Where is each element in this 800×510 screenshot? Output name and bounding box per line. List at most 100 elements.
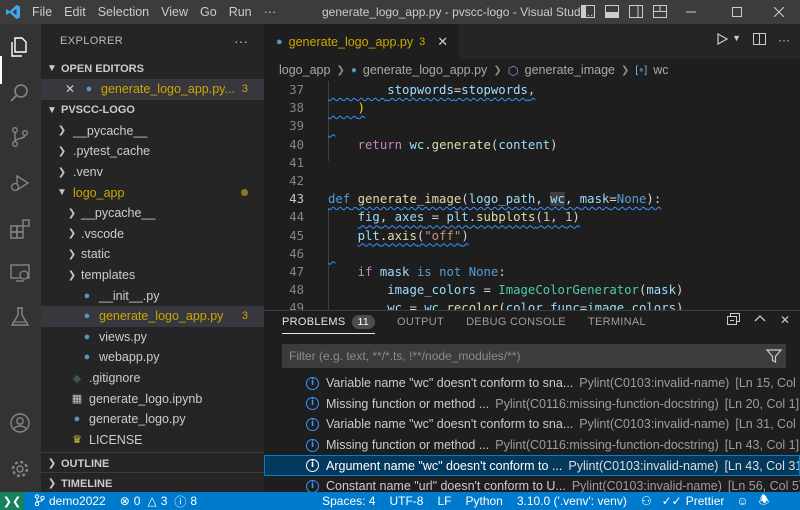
toggle-sidebar-icon[interactable] <box>580 3 596 19</box>
tree-item-notebook[interactable]: ▦ generate_logo.ipynb <box>41 388 264 409</box>
tree-item-pycache[interactable]: ❯ __pycache__ <box>41 121 264 142</box>
problem-message: Variable name "wc" doesn't conform to sn… <box>326 376 574 391</box>
line-number: 38 <box>289 101 304 116</box>
editor-tab[interactable]: ● generate_logo_app.py 3 ✕ <box>264 24 459 59</box>
tree-item-generate-logo-app[interactable]: ● generate_logo_app.py 3 <box>41 305 264 327</box>
filter-icon[interactable] <box>765 348 783 367</box>
accounts-icon[interactable] <box>7 410 33 436</box>
problem-row[interactable]: i Constant name "url" doesn't conform to… <box>264 476 800 493</box>
breadcrumb-file[interactable]: generate_logo_app.py <box>363 63 487 77</box>
feedback-icon[interactable]: ☺ <box>736 494 748 508</box>
more-actions-icon[interactable]: ··· <box>778 33 790 48</box>
testing-icon[interactable] <box>7 304 33 330</box>
customize-layout-icon[interactable] <box>652 3 668 19</box>
live-share-icon[interactable]: ⚇ <box>641 494 652 508</box>
status-bar: ❯❮ demo2022 ⊗ 0 △ 3 ⓘ 8 Spaces: 4 UTF-8 … <box>0 492 800 510</box>
tree-item-vscode[interactable]: ❯ .vscode <box>41 224 264 245</box>
tree-item-webapp-py[interactable]: ● webapp.py <box>41 347 264 368</box>
tree-item-logo-app[interactable]: ▼ logo_app <box>41 182 264 203</box>
settings-gear-icon[interactable] <box>7 456 33 482</box>
tree-item-pytest-cache[interactable]: ❯ .pytest_cache <box>41 141 264 162</box>
menu-bar: File Edit Selection View Go Run ··· <box>26 0 282 24</box>
menu-selection[interactable]: Selection <box>92 0 155 24</box>
encoding-status[interactable]: UTF-8 <box>389 494 423 508</box>
tree-item-init-py[interactable]: ● __init__.py <box>41 285 264 306</box>
branch-status[interactable]: demo2022 <box>34 493 106 509</box>
tree-item-generate-logo-py[interactable]: ● generate_logo.py <box>41 409 264 430</box>
open-editors-section[interactable]: ▼ OPEN EDITORS <box>41 58 264 79</box>
info-count: 8 <box>190 494 198 508</box>
menu-go[interactable]: Go <box>194 0 223 24</box>
language-status[interactable]: Python <box>465 494 502 508</box>
tree-item-license[interactable]: ♛ LICENSE <box>41 430 264 451</box>
split-editor-icon[interactable] <box>753 33 766 48</box>
toggle-secondary-sidebar-icon[interactable] <box>628 3 644 19</box>
menu-file[interactable]: File <box>26 0 58 24</box>
close-icon[interactable]: ✕ <box>437 34 448 50</box>
search-icon[interactable] <box>7 80 33 106</box>
menu-run[interactable]: Run <box>223 0 258 24</box>
code-text: wc = wc.recolor(color_func=image_colors) <box>387 301 684 310</box>
explorer-more-button[interactable]: ··· <box>234 33 248 49</box>
branch-name: demo2022 <box>49 494 106 508</box>
notifications-bell-icon[interactable]: 🕭 <box>759 491 770 510</box>
breadcrumb-function[interactable]: generate_image <box>525 63 615 77</box>
problem-row[interactable]: i Missing function or method ... Pylint(… <box>264 394 800 415</box>
interpreter-status[interactable]: 3.10.0 ('.venv': venv) <box>517 494 627 508</box>
prettier-status[interactable]: ✓✓ Prettier <box>662 494 725 508</box>
tab-terminal[interactable]: TERMINAL <box>588 311 646 333</box>
run-python-file-icon[interactable] <box>716 32 729 48</box>
tree-item-static[interactable]: ❯ static <box>41 244 264 265</box>
close-panel-icon[interactable]: ✕ <box>780 313 790 328</box>
tab-label: generate_logo_app.py <box>288 34 414 49</box>
menu-more[interactable]: ··· <box>258 0 283 24</box>
eol-status[interactable]: LF <box>437 494 451 508</box>
breadcrumb-folder[interactable]: logo_app <box>279 63 330 77</box>
maximize-button[interactable] <box>714 0 760 24</box>
problems-status[interactable]: ⊗ 0 △ 3 ⓘ 8 <box>120 493 197 510</box>
open-editors-label: OPEN EDITORS <box>61 62 144 75</box>
source-control-icon[interactable] <box>7 124 33 150</box>
outline-section[interactable]: ❯ OUTLINE <box>41 452 264 474</box>
tree-item-templates[interactable]: ❯ templates <box>41 265 264 286</box>
explorer-icon[interactable] <box>7 34 33 60</box>
run-debug-icon[interactable] <box>7 170 33 196</box>
breadcrumb-variable[interactable]: wc <box>653 63 668 77</box>
tree-item-pycache-nested[interactable]: ❯ __pycache__ <box>41 203 264 224</box>
active-indicator <box>0 56 2 84</box>
problem-row[interactable]: i Variable name "wc" doesn't conform to … <box>264 414 800 435</box>
remote-indicator-icon[interactable]: ❯❮ <box>0 492 24 510</box>
maximize-panel-icon[interactable] <box>754 313 766 328</box>
tree-item-venv[interactable]: ❯ .venv <box>41 162 264 183</box>
tab-problems[interactable]: PROBLEMS 11 <box>282 312 376 334</box>
timeline-section[interactable]: ❯ TIMELINE <box>41 472 264 492</box>
minimize-button[interactable] <box>668 0 714 24</box>
extensions-icon[interactable] <box>7 216 33 242</box>
close-icon[interactable]: ✕ <box>63 82 77 96</box>
collapse-all-icon[interactable] <box>726 313 740 328</box>
problem-row[interactable]: i Missing function or method ... Pylint(… <box>264 435 800 456</box>
interpreter-label: 3.10.0 ('.venv': venv) <box>516 494 627 508</box>
indentation-status[interactable]: Spaces: 4 <box>322 494 375 508</box>
tree-item-views-py[interactable]: ● views.py <box>41 327 264 348</box>
menu-edit[interactable]: Edit <box>58 0 92 24</box>
chevron-right-icon: ❯ <box>47 458 57 469</box>
tab-debug-console[interactable]: DEBUG CONSOLE <box>466 311 566 333</box>
chevron-down-icon[interactable]: ▼ <box>732 33 741 48</box>
project-section[interactable]: ▼ PVSCC-LOGO <box>41 100 264 121</box>
toggle-panel-icon[interactable] <box>604 3 620 19</box>
remote-explorer-icon[interactable] <box>7 260 33 286</box>
tab-output[interactable]: OUTPUT <box>397 311 444 333</box>
bottom-panel: PROBLEMS 11 OUTPUT DEBUG CONSOLE TERMINA… <box>264 310 800 493</box>
problem-row-selected[interactable]: i Argument name "wc" doesn't conform to … <box>264 455 800 476</box>
open-editor-item[interactable]: ✕ ● generate_logo_app.py... 3 <box>41 79 264 100</box>
menu-view[interactable]: View <box>155 0 194 24</box>
problem-source: Pylint(C0103:invalid-name) <box>571 479 722 493</box>
info-icon: i <box>306 459 319 473</box>
problems-filter-input[interactable]: Filter (e.g. text, **/*.ts, !**/node_mod… <box>282 344 786 368</box>
code-editor[interactable]: 37 stopwords=stopwords, 38 ) 39 40 retur… <box>264 81 800 310</box>
close-window-button[interactable] <box>756 0 800 24</box>
tree-item-gitignore[interactable]: ◆ .gitignore <box>41 368 264 389</box>
problem-row[interactable]: i Variable name "wc" doesn't conform to … <box>264 373 800 394</box>
